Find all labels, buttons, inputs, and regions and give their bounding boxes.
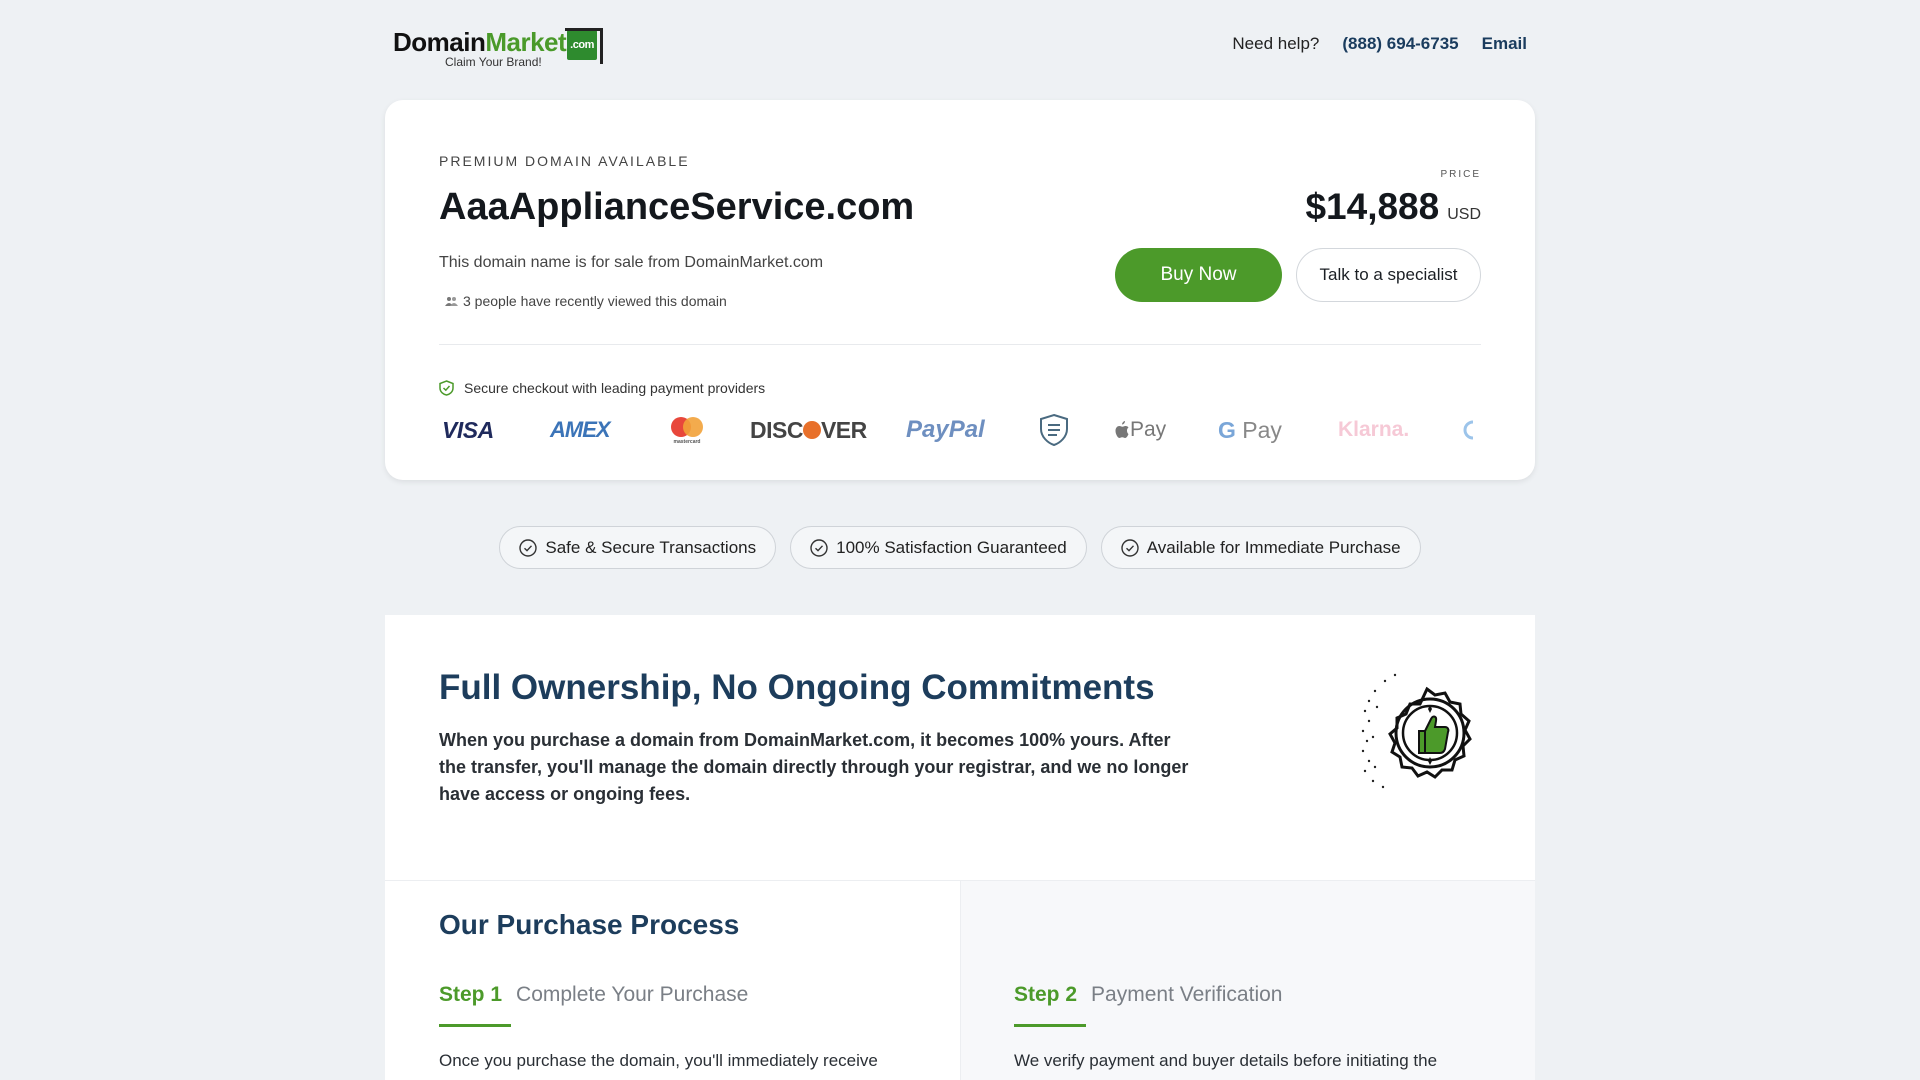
talk-to-specialist-button[interactable]: Talk to a specialist — [1296, 248, 1481, 302]
amex-logo: AMEX — [550, 417, 611, 442]
phone-link[interactable]: (888) 694-6735 — [1342, 34, 1458, 54]
check-circle-icon — [1121, 538, 1139, 557]
header-contact-nav: Need help? (888) 694-6735 Email — [1232, 34, 1527, 54]
klarna-logo: Klarna. — [1338, 418, 1410, 441]
recent-views: 3 people have recently viewed this domai… — [445, 293, 727, 309]
shield-check-icon — [439, 380, 454, 396]
trust-badge: Safe & Secure Transactions — [499, 526, 777, 569]
check-circle-icon — [810, 538, 828, 557]
partial-provider-logo — [1460, 410, 1476, 450]
purchase-process-left: Our Purchase Process Step 1 Complete You… — [385, 880, 960, 1080]
google-pay-logo: G Pay — [1218, 416, 1282, 443]
buy-now-button[interactable]: Buy Now — [1115, 248, 1282, 302]
step-name: Payment Verification — [1091, 983, 1283, 1006]
visa-logo: VISA — [442, 416, 494, 443]
ownership-section: Full Ownership, No Ongoing Commitments W… — [385, 615, 1535, 880]
site-header: DomainMarket .com Claim Your Brand! Need … — [0, 0, 1920, 96]
discover-logo: DISC VER — [750, 416, 867, 443]
recent-views-text: 3 people have recently viewed this domai… — [463, 293, 727, 309]
trust-badges: Safe & Secure Transactions 100% Satisfac… — [0, 526, 1920, 569]
domain-listing-card: PREMIUM DOMAIN AVAILABLE AaaApplianceSer… — [385, 100, 1535, 480]
step-2-heading: Step 2 Payment Verification — [1014, 983, 1282, 1007]
step-name: Complete Your Purchase — [516, 983, 749, 1006]
thumbs-up-seal-icon — [1355, 671, 1485, 795]
discover-orange-dot — [802, 421, 821, 439]
process-title: Our Purchase Process — [439, 909, 740, 940]
trust-badge-label: Available for Immediate Purchase — [1146, 537, 1401, 557]
step-1-underline — [439, 1024, 511, 1027]
premium-eyebrow: PREMIUM DOMAIN AVAILABLE — [439, 153, 690, 169]
email-link[interactable]: Email — [1482, 34, 1527, 54]
ownership-title: Full Ownership, No Ongoing Commitments — [439, 668, 1155, 707]
trust-badge-label: Safe & Secure Transactions — [545, 537, 757, 557]
purchase-process-right: Step 2 Payment Verification We verify pa… — [960, 880, 1535, 1080]
for-sale-text: This domain name is for sale from Domain… — [439, 254, 824, 271]
price: $14,888 USD — [1305, 186, 1481, 228]
step-1-text: Once you purchase the domain, you'll imm… — [439, 1051, 878, 1080]
price-amount: $14,888 — [1305, 186, 1440, 227]
step-number: Step 2 — [1014, 983, 1078, 1006]
apple-icon — [1115, 421, 1129, 438]
ownership-body: When you purchase a domain from DomainMa… — [439, 730, 1189, 804]
check-circle-icon — [519, 538, 538, 557]
step-number: Step 1 — [439, 983, 503, 1006]
card-divider — [439, 344, 1481, 345]
step-2-text: We verify payment and buyer details befo… — [1014, 1051, 1438, 1080]
step-1-heading: Step 1 Complete Your Purchase — [439, 983, 748, 1007]
people-icon — [445, 296, 458, 306]
step-2-underline — [1014, 1024, 1086, 1027]
price-label: PRICE — [1440, 169, 1481, 180]
mastercard-logo: mastercard — [668, 410, 706, 450]
logo-sign-post — [600, 28, 603, 64]
apple-pay-logo: Pay — [1114, 410, 1166, 450]
secure-checkout-text: Secure checkout with leading payment pro… — [464, 380, 766, 396]
price-currency: USD — [1447, 206, 1481, 223]
trust-badge-label: 100% Satisfaction Guaranteed — [836, 537, 1067, 557]
paypal-logo: PayPal — [906, 416, 985, 443]
domainmarket-logo[interactable]: DomainMarket .com Claim Your Brand! — [393, 28, 605, 69]
trust-badge: Available for Immediate Purchase — [1100, 526, 1421, 569]
logo-tagline: Claim Your Brand! — [445, 55, 542, 69]
trust-badge: 100% Satisfaction Guaranteed — [790, 526, 1087, 569]
shield-pay-icon — [1038, 410, 1070, 450]
payment-providers: VISA AMEX mastercard DISC VER PayPal Pay … — [439, 410, 1481, 450]
need-help-label: Need help? — [1232, 34, 1320, 53]
domain-name: AaaApplianceService.com — [439, 186, 915, 228]
mastercard-caption: mastercard — [674, 439, 701, 445]
secure-checkout-note: Secure checkout with leading payment pro… — [439, 380, 765, 396]
logo-sign-bar — [565, 28, 603, 31]
